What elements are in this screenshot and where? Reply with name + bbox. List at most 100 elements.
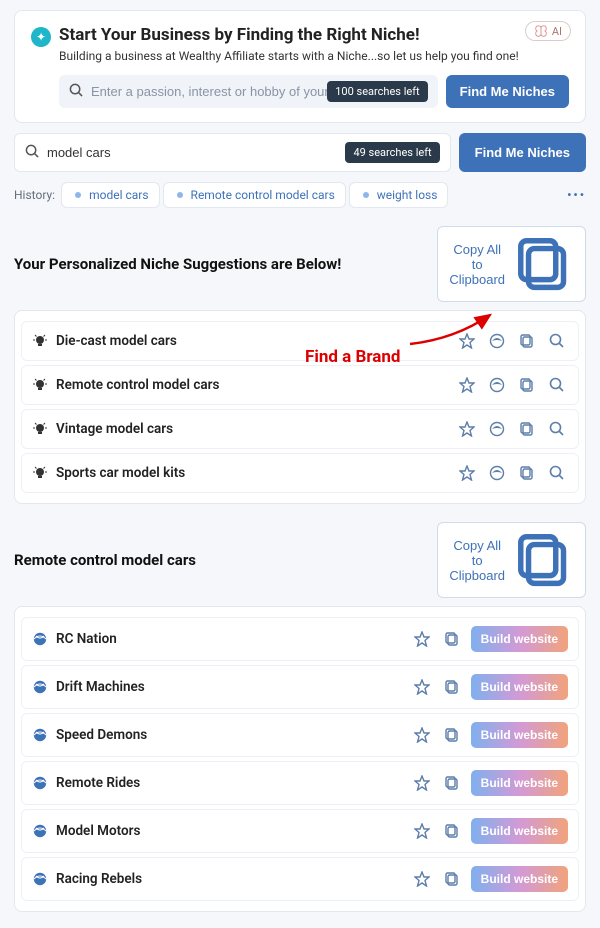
- niche-icon: ✦: [31, 27, 51, 47]
- main-searches-left: 49 searches left: [345, 142, 439, 163]
- history-chip-label: weight loss: [377, 188, 438, 202]
- copy-icon: [513, 233, 575, 295]
- intro-subtitle: Building a business at Wealthy Affiliate…: [59, 49, 569, 63]
- build-website-button[interactable]: Build website: [471, 722, 568, 748]
- build-website-button[interactable]: Build website: [471, 818, 568, 844]
- copy-button[interactable]: [516, 330, 538, 352]
- brand-row: Remote Rides Build website: [21, 761, 579, 805]
- main-find-button[interactable]: Find Me Niches: [459, 133, 586, 172]
- history-row: History: model cars Remote control model…: [14, 182, 586, 208]
- history-chip[interactable]: Remote control model cars: [163, 182, 346, 208]
- copy-all-brands-button[interactable]: Copy All to Clipboard: [437, 522, 586, 598]
- search-button[interactable]: [546, 330, 568, 352]
- annotation-label: Find a Brand: [305, 347, 400, 367]
- intro-find-button[interactable]: Find Me Niches: [446, 75, 569, 108]
- intro-title: Start Your Business by Finding the Right…: [59, 25, 420, 45]
- suggestions-list: Die-cast model carsRemote control model …: [14, 310, 586, 504]
- favorite-button[interactable]: [411, 820, 433, 842]
- main-search-input[interactable]: [47, 145, 345, 160]
- suggestion-row: Die-cast model cars: [21, 321, 579, 361]
- build-website-button[interactable]: Build website: [471, 674, 568, 700]
- brand-row: Drift Machines Build website: [21, 665, 579, 709]
- favorite-button[interactable]: [456, 462, 478, 484]
- favorite-button[interactable]: [456, 374, 478, 396]
- copy-button[interactable]: [516, 462, 538, 484]
- copy-button[interactable]: [441, 820, 463, 842]
- globe-icon: [32, 679, 48, 695]
- copy-icon: [513, 529, 575, 591]
- favorite-button[interactable]: [411, 676, 433, 698]
- copy-button[interactable]: [441, 724, 463, 746]
- brand-row: Racing Rebels Build website: [21, 857, 579, 901]
- find-brand-button[interactable]: [486, 462, 508, 484]
- search-icon: [69, 82, 83, 101]
- brand-row: Model Motors Build website: [21, 809, 579, 853]
- intro-search-input[interactable]: [91, 84, 327, 99]
- favorite-button[interactable]: [411, 724, 433, 746]
- main-search-box[interactable]: 49 searches left: [14, 133, 451, 172]
- copy-button[interactable]: [441, 676, 463, 698]
- find-brand-button[interactable]: [486, 418, 508, 440]
- globe-icon: [32, 871, 48, 887]
- suggestion-row: Sports car model kits: [21, 453, 579, 493]
- suggestion-row: Vintage model cars: [21, 409, 579, 449]
- favorite-button[interactable]: [411, 772, 433, 794]
- main-search-row: 49 searches left Find Me Niches: [14, 133, 586, 172]
- suggestion-label: Vintage model cars: [56, 421, 448, 437]
- copy-all-suggestions-button[interactable]: Copy All to Clipboard: [437, 226, 586, 302]
- history-label: History:: [14, 188, 55, 202]
- copy-button[interactable]: [516, 418, 538, 440]
- intro-card: AI ✦ Start Your Business by Finding the …: [14, 10, 586, 123]
- globe-icon: [32, 823, 48, 839]
- brand-row: RC Nation Build website: [21, 617, 579, 661]
- bulb-icon: [32, 421, 48, 437]
- history-more-button[interactable]: •••: [567, 188, 586, 202]
- favorite-button[interactable]: [411, 628, 433, 650]
- brand-label: Drift Machines: [56, 679, 403, 695]
- tag-icon: [174, 189, 186, 201]
- favorite-button[interactable]: [411, 868, 433, 890]
- bulb-icon: [32, 333, 48, 349]
- copy-button[interactable]: [516, 374, 538, 396]
- brand-label: RC Nation: [56, 631, 403, 647]
- history-chip-label: Remote control model cars: [191, 188, 335, 202]
- brain-icon: [534, 24, 548, 38]
- tag-icon: [360, 189, 372, 201]
- brands-list: RC Nation Build website Drift Machines Buil…: [14, 606, 586, 912]
- copy-button[interactable]: [441, 868, 463, 890]
- brand-label: Model Motors: [56, 823, 403, 839]
- brand-label: Speed Demons: [56, 727, 403, 743]
- bulb-icon: [32, 377, 48, 393]
- favorite-button[interactable]: [456, 418, 478, 440]
- suggestion-label: Sports car model kits: [56, 465, 448, 481]
- suggestions-heading: Your Personalized Niche Suggestions are …: [14, 255, 341, 273]
- intro-search-box[interactable]: 100 searches left: [59, 75, 438, 108]
- search-button[interactable]: [546, 374, 568, 396]
- search-icon: [25, 143, 39, 162]
- brand-label: Remote Rides: [56, 775, 403, 791]
- build-website-button[interactable]: Build website: [471, 770, 568, 796]
- find-brand-button[interactable]: [486, 330, 508, 352]
- history-chip[interactable]: weight loss: [349, 182, 449, 208]
- brand-row: Speed Demons Build website: [21, 713, 579, 757]
- bulb-icon: [32, 465, 48, 481]
- brands-heading: Remote control model cars: [14, 551, 196, 569]
- globe-icon: [32, 631, 48, 647]
- favorite-button[interactable]: [456, 330, 478, 352]
- copy-button[interactable]: [441, 628, 463, 650]
- globe-icon: [32, 727, 48, 743]
- ai-badge: AI: [525, 21, 571, 41]
- search-button[interactable]: [546, 418, 568, 440]
- tag-icon: [72, 189, 84, 201]
- brand-label: Racing Rebels: [56, 871, 403, 887]
- copy-button[interactable]: [441, 772, 463, 794]
- history-chip[interactable]: model cars: [61, 182, 159, 208]
- history-chip-label: model cars: [89, 188, 148, 202]
- globe-icon: [32, 775, 48, 791]
- suggestion-row: Remote control model cars: [21, 365, 579, 405]
- build-website-button[interactable]: Build website: [471, 626, 568, 652]
- search-button[interactable]: [546, 462, 568, 484]
- build-website-button[interactable]: Build website: [471, 866, 568, 892]
- find-brand-button[interactable]: [486, 374, 508, 396]
- intro-searches-left: 100 searches left: [327, 81, 427, 102]
